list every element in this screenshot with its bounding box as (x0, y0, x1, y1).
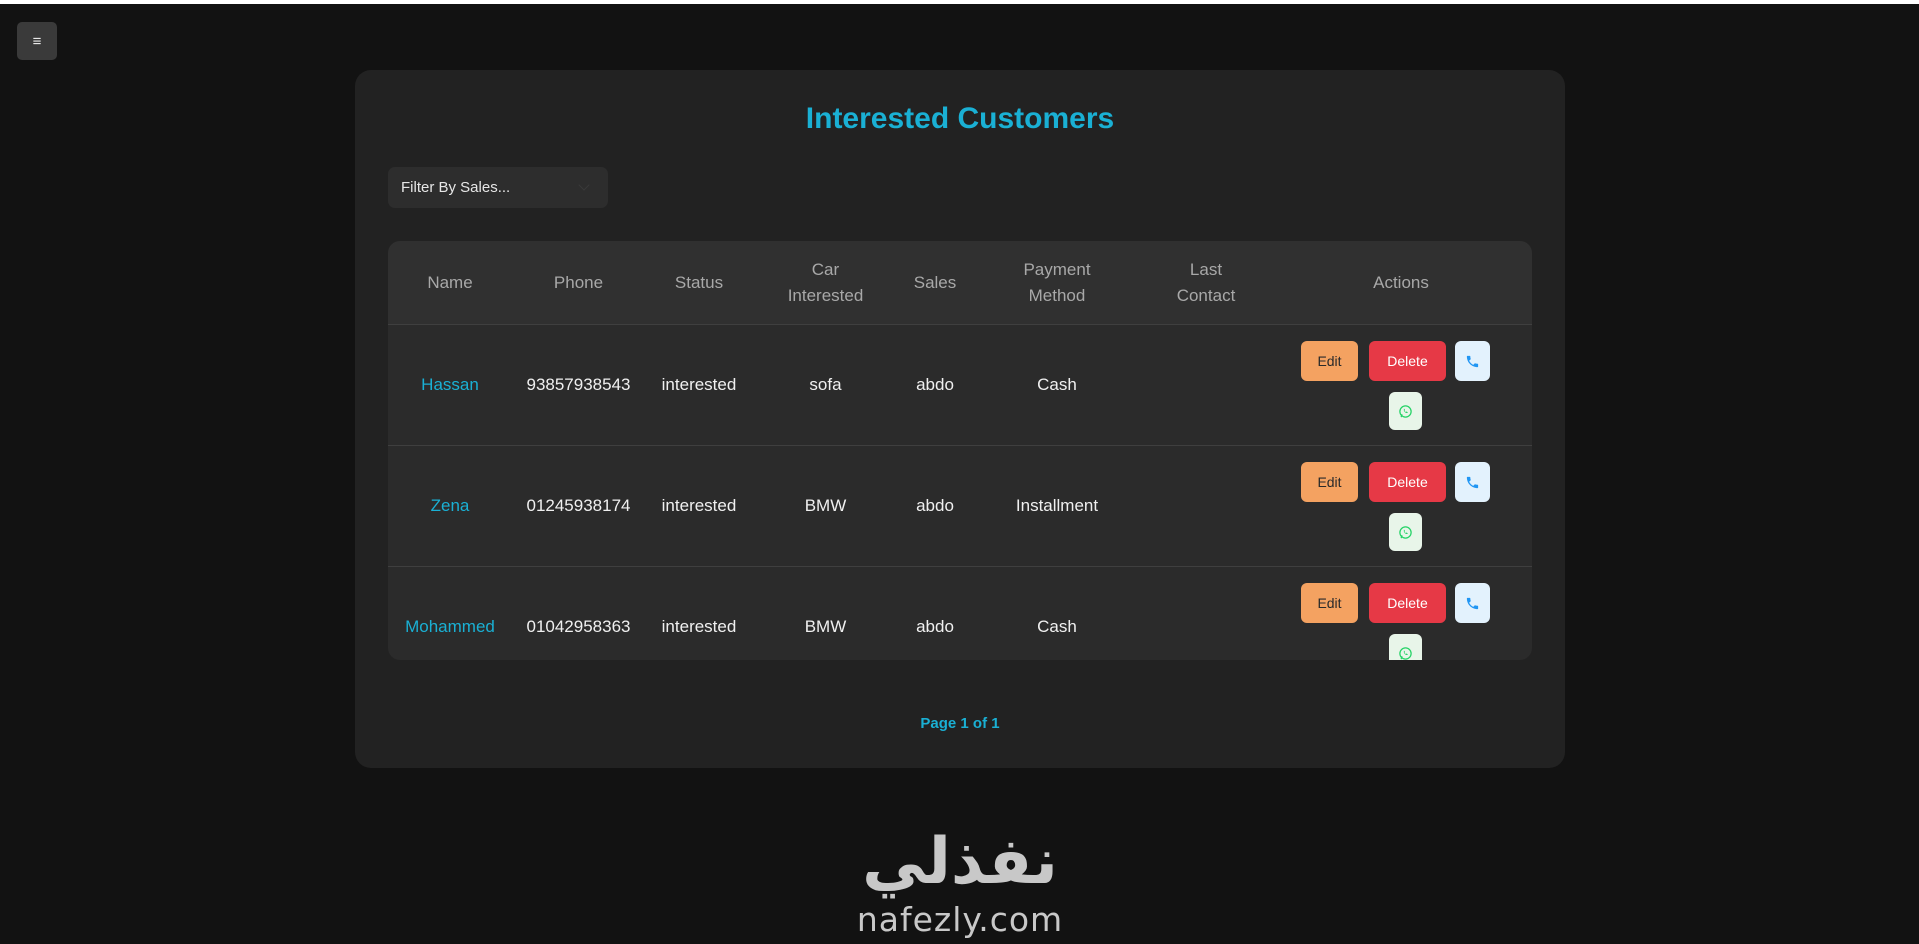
customers-card: Interested Customers Filter By Sales... … (355, 70, 1565, 768)
filter-by-sales-select[interactable]: Filter By Sales... (388, 167, 608, 208)
delete-button[interactable]: Delete (1369, 341, 1446, 381)
page-title: Interested Customers (805, 102, 1115, 135)
edit-button[interactable]: Edit (1301, 341, 1358, 381)
customer-last-contact (1142, 567, 1270, 660)
customer-car: BMW (804, 617, 847, 636)
chevron-down-icon (578, 179, 590, 191)
whatsapp-button[interactable] (1389, 392, 1422, 430)
customer-sales: abdo (916, 617, 954, 636)
edit-button[interactable]: Edit (1301, 462, 1358, 502)
header-payment-method: Payment Method (1023, 260, 1091, 305)
header-last-contact: Last Contact (1176, 260, 1236, 305)
customer-name-link[interactable]: Zena (388, 446, 512, 566)
customer-status: interested (661, 617, 737, 636)
menu-button[interactable]: ≡ (17, 22, 57, 60)
logo-arabic-text: نفذلي (862, 825, 1058, 899)
header-status: Status (674, 273, 724, 292)
customer-phone: 93857938543 (526, 375, 631, 394)
call-button[interactable] (1455, 341, 1490, 381)
customers-table: Name Phone Status Car Interested Sales Pa… (388, 241, 1532, 660)
header-phone: Phone (553, 273, 604, 292)
whatsapp-button[interactable] (1389, 513, 1422, 551)
menu-icon: ≡ (32, 32, 42, 50)
customer-sales: abdo (916, 496, 954, 515)
customer-status: interested (661, 375, 737, 394)
header-car-interested: Car Interested (787, 260, 864, 305)
whatsapp-icon (1399, 525, 1412, 539)
customer-phone: 01245938174 (526, 496, 631, 515)
phone-icon (1466, 476, 1479, 488)
header-sales: Sales (913, 273, 957, 292)
table-row: Zena 01245938174 interested BMW abdo Ins… (388, 446, 1532, 567)
whatsapp-button[interactable] (1389, 634, 1422, 660)
customer-name-link[interactable]: Hassan (388, 325, 512, 445)
customer-last-contact (1142, 325, 1270, 445)
table-row: Hassan 93857938543 interested sofa abdo … (388, 325, 1532, 446)
table-row: Mohammed 01042958363 interested BMW abdo… (388, 567, 1532, 660)
phone-icon (1466, 597, 1479, 609)
site-logo: نفذلي nafezly.com (850, 825, 1070, 944)
delete-button[interactable]: Delete (1369, 462, 1446, 502)
top-strip (0, 0, 1919, 4)
call-button[interactable] (1455, 462, 1490, 502)
customer-name-link[interactable]: Mohammed (388, 567, 512, 660)
customer-last-contact (1142, 446, 1270, 566)
customer-car: sofa (809, 375, 842, 394)
filter-placeholder: Filter By Sales... (401, 179, 511, 196)
customer-phone: 01042958363 (526, 617, 631, 636)
pagination-info: Page 1 of 1 (920, 715, 1000, 732)
delete-button[interactable]: Delete (1369, 583, 1446, 623)
customer-payment: Installment (1015, 496, 1099, 515)
customer-payment: Cash (1037, 617, 1077, 636)
phone-icon (1466, 355, 1479, 367)
customer-car: BMW (804, 496, 847, 515)
customer-status: interested (661, 496, 737, 515)
customer-sales: abdo (916, 375, 954, 394)
logo-domain-text: nafezly.com (856, 900, 1064, 939)
call-button[interactable] (1455, 583, 1490, 623)
whatsapp-icon (1399, 646, 1412, 660)
header-actions: Actions (1373, 273, 1429, 292)
whatsapp-icon (1399, 404, 1412, 418)
table-header: Name Phone Status Car Interested Sales Pa… (388, 241, 1532, 325)
edit-button[interactable]: Edit (1301, 583, 1358, 623)
customer-payment: Cash (1037, 375, 1077, 394)
header-name: Name (427, 273, 473, 292)
